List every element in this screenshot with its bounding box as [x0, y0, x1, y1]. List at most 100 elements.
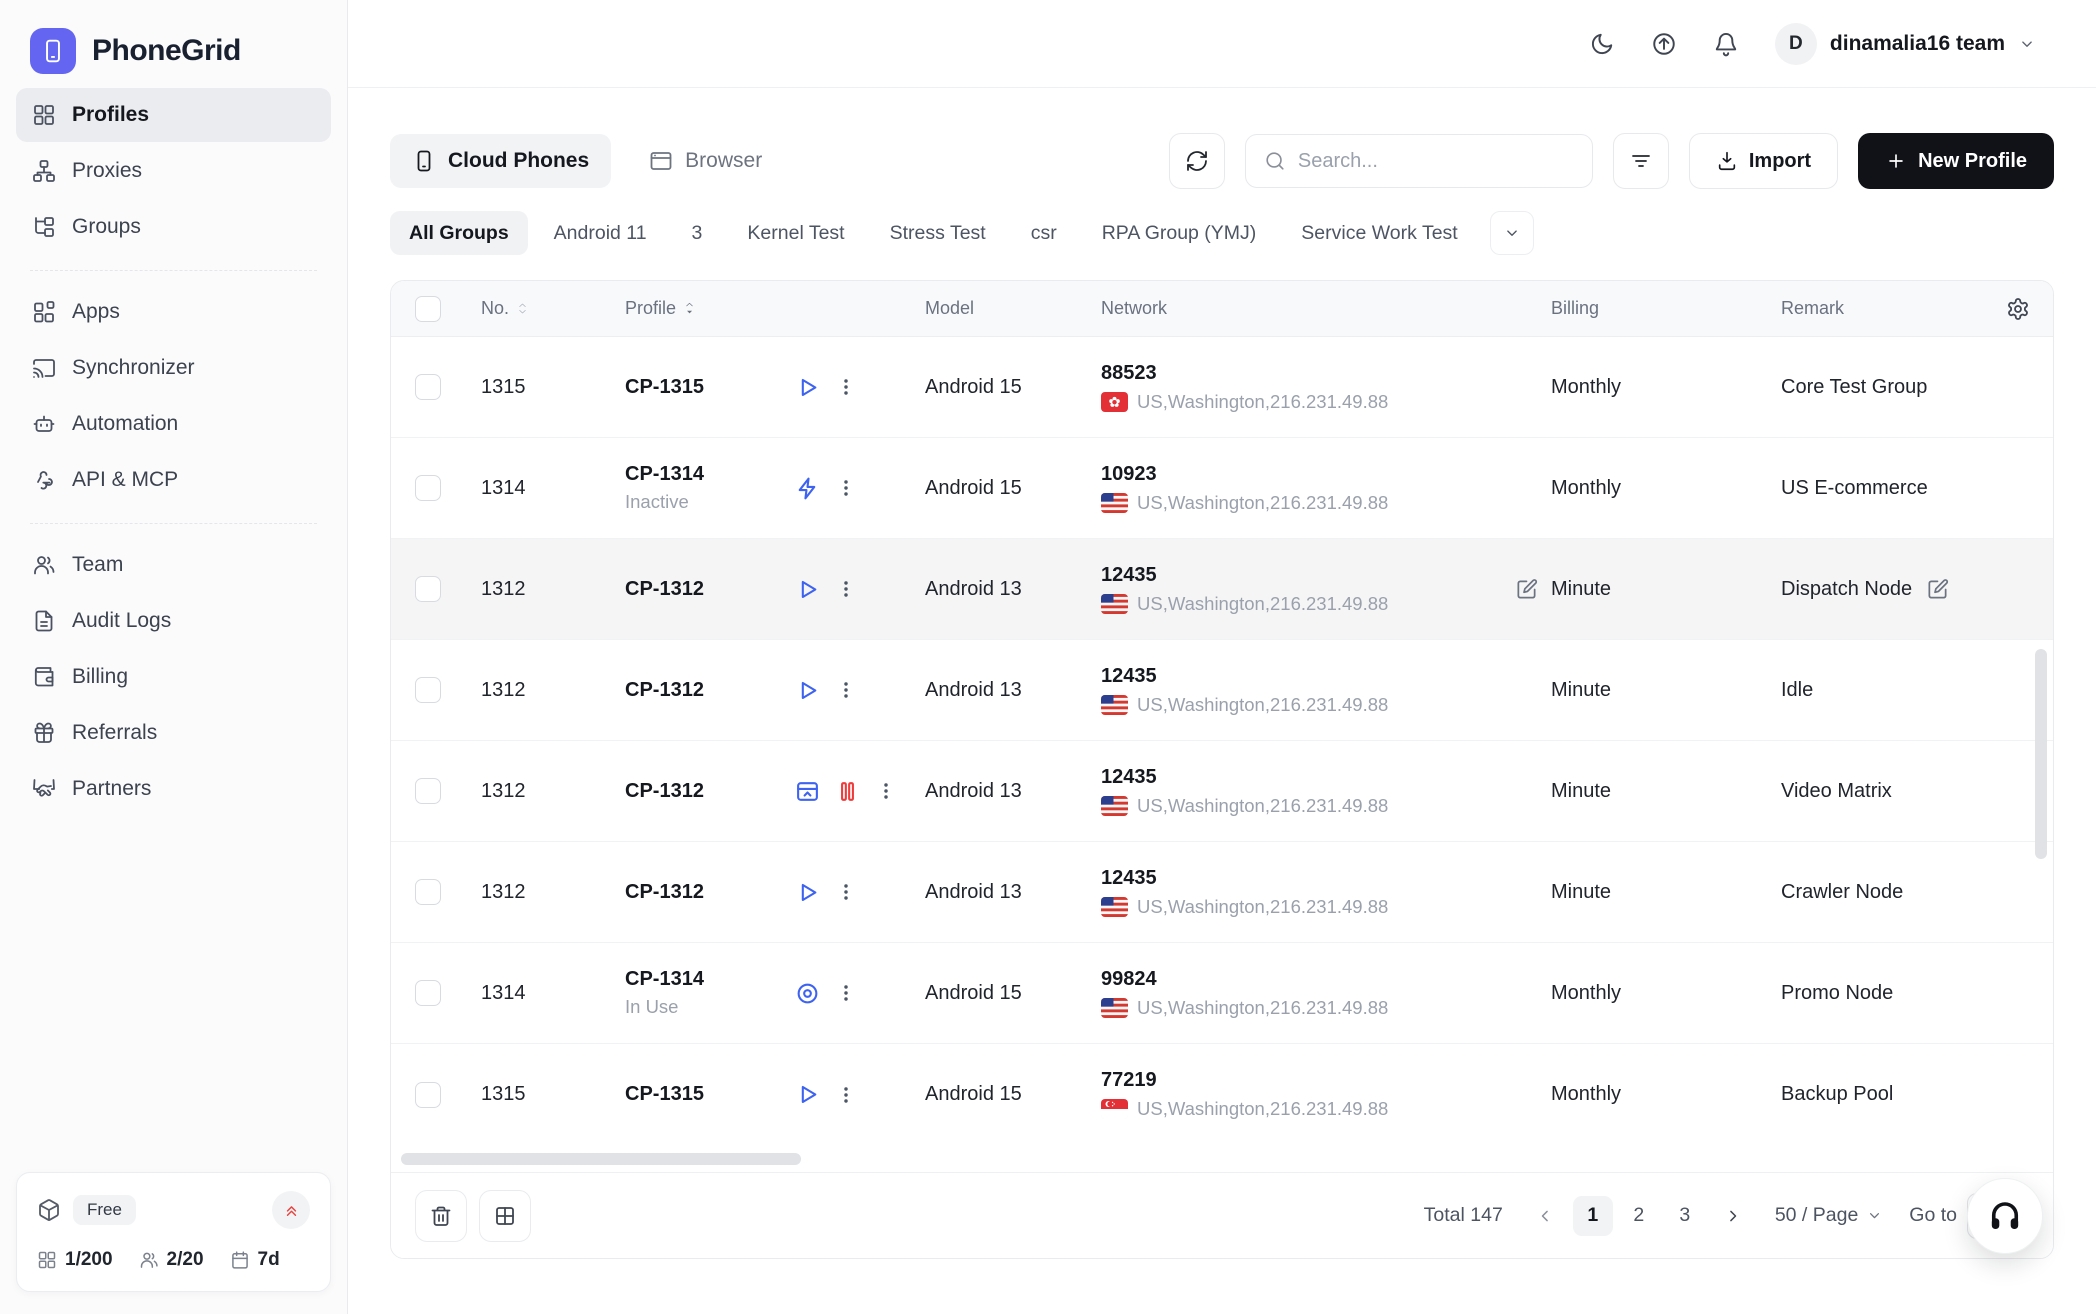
notifications-bell-icon[interactable] [1713, 31, 1739, 57]
tab-browser[interactable]: Browser [627, 134, 784, 188]
tree-icon [32, 215, 56, 239]
table-row: 1312CP-1312Android 1312435US,Washington,… [391, 539, 2053, 640]
support-headset-button[interactable] [1967, 1178, 2043, 1254]
group-chip-kernel-test[interactable]: Kernel Test [728, 211, 863, 255]
cell-no: 1312 [469, 881, 601, 904]
disc-icon[interactable] [795, 981, 820, 1006]
sidebar: PhoneGrid ProfilesProxiesGroups AppsSynch… [0, 0, 348, 1314]
row-checkbox[interactable] [415, 576, 441, 602]
row-menu-kebab-icon[interactable] [875, 780, 897, 802]
filter-button[interactable] [1613, 133, 1669, 189]
sidebar-item-synchronizer[interactable]: Synchronizer [16, 341, 331, 395]
group-chip-android-11[interactable]: Android 11 [535, 211, 666, 255]
sidebar-item-groups[interactable]: Groups [16, 200, 331, 254]
column-profile[interactable]: Profile [601, 298, 901, 319]
new-profile-button[interactable]: New Profile [1858, 133, 2054, 189]
vertical-scrollbar-thumb[interactable] [2035, 649, 2047, 859]
play-icon[interactable] [795, 1082, 820, 1107]
row-menu-kebab-icon[interactable] [835, 376, 857, 398]
sidebar-item-proxies[interactable]: Proxies [16, 144, 331, 198]
sidebar-item-label: Audit Logs [72, 609, 171, 633]
group-chip-all-groups[interactable]: All Groups [390, 211, 528, 255]
sidebar-item-audit-logs[interactable]: Audit Logs [16, 594, 331, 648]
page-button-3[interactable]: 3 [1665, 1196, 1705, 1236]
gear-icon[interactable] [2006, 297, 2030, 321]
group-chip-3[interactable]: 3 [673, 211, 722, 255]
column-remark: Remark [1759, 298, 1983, 319]
row-menu-kebab-icon[interactable] [835, 881, 857, 903]
sidebar-item-referrals[interactable]: Referrals [16, 706, 331, 760]
dark-mode-toggle-moon-icon[interactable] [1589, 31, 1615, 57]
edit-billing-icon[interactable] [1515, 578, 1538, 601]
sidebar-item-label: Referrals [72, 721, 157, 745]
prev-page-button[interactable] [1527, 1198, 1563, 1234]
refresh-button[interactable] [1169, 133, 1225, 189]
row-checkbox[interactable] [415, 980, 441, 1006]
row-checkbox[interactable] [415, 879, 441, 905]
trash-icon [429, 1204, 453, 1228]
play-icon[interactable] [795, 577, 820, 602]
calendar-icon [230, 1250, 250, 1270]
groups-expand-button[interactable] [1490, 211, 1534, 255]
sidebar-item-label: API & MCP [72, 468, 178, 492]
profile-name: CP-1314 [625, 463, 795, 486]
upgrade-plan-button[interactable] [272, 1191, 310, 1229]
play-icon[interactable] [795, 678, 820, 703]
country-flag-hk [1101, 392, 1128, 412]
group-chip-service-work-test[interactable]: Service Work Test [1282, 211, 1476, 255]
next-page-button[interactable] [1715, 1198, 1751, 1234]
sidebar-item-partners[interactable]: Partners [16, 762, 331, 816]
search-input[interactable] [1298, 150, 1574, 173]
browser-window-icon [649, 149, 673, 173]
edit-remark-icon[interactable] [1926, 578, 1949, 601]
page-button-1[interactable]: 1 [1573, 1196, 1613, 1236]
row-menu-kebab-icon[interactable] [835, 578, 857, 600]
row-checkbox[interactable] [415, 1082, 441, 1108]
column-network: Network [1077, 298, 1529, 319]
horizontal-scrollbar-thumb[interactable] [401, 1153, 801, 1165]
sidebar-item-team[interactable]: Team [16, 538, 331, 592]
play-icon[interactable] [795, 880, 820, 905]
grid-view-button[interactable] [479, 1190, 531, 1242]
page-button-2[interactable]: 2 [1619, 1196, 1659, 1236]
play-icon[interactable] [795, 375, 820, 400]
sidebar-item-label: Partners [72, 777, 151, 801]
select-all-checkbox[interactable] [415, 296, 441, 322]
group-chip-csr[interactable]: csr [1012, 211, 1076, 255]
group-chip-rpa-group-ymj-[interactable]: RPA Group (YMJ) [1083, 211, 1276, 255]
group-chip-stress-test[interactable]: Stress Test [871, 211, 1005, 255]
cell-profile: CP-1312 [601, 880, 901, 905]
sort-desc-icon[interactable] [682, 301, 697, 316]
sidebar-item-billing[interactable]: Billing [16, 650, 331, 704]
per-page-select[interactable]: 50 / Page [1775, 1204, 1883, 1227]
apps-icon [32, 300, 56, 324]
sidebar-item-apps[interactable]: Apps [16, 285, 331, 339]
bolt-icon[interactable] [795, 476, 820, 501]
row-menu-kebab-icon[interactable] [835, 982, 857, 1004]
sidebar-item-api-mcp[interactable]: API & MCP [16, 453, 331, 507]
sidebar-item-profiles[interactable]: Profiles [16, 88, 331, 142]
sort-icon[interactable] [515, 301, 530, 316]
brand-name: PhoneGrid [92, 34, 241, 68]
row-menu-kebab-icon[interactable] [835, 679, 857, 701]
cell-remark: Video Matrix [1759, 780, 1983, 803]
column-no[interactable]: No. [469, 298, 601, 319]
row-checkbox[interactable] [415, 677, 441, 703]
tab-cloud-phones[interactable]: Cloud Phones [390, 134, 611, 188]
row-checkbox[interactable] [415, 374, 441, 400]
cell-model: Android 15 [901, 1083, 1077, 1106]
row-menu-kebab-icon[interactable] [835, 1084, 857, 1106]
row-menu-kebab-icon[interactable] [835, 477, 857, 499]
sidebar-item-automation[interactable]: Automation [16, 397, 331, 451]
profile-status: In Use [625, 996, 795, 1018]
delete-selected-button[interactable] [415, 1190, 467, 1242]
account-menu[interactable]: D dinamalia16 team [1775, 23, 2036, 65]
upgrade-circle-up-icon[interactable] [1651, 31, 1677, 57]
row-checkbox[interactable] [415, 778, 441, 804]
import-button[interactable]: Import [1689, 133, 1838, 189]
table-row: 1312CP-1312Android 1312435US,Washington,… [391, 640, 2053, 741]
winup-icon[interactable] [795, 779, 820, 804]
table-footer: Total 147 123 50 / Page Go to [391, 1173, 2053, 1258]
pause-icon[interactable] [835, 779, 860, 804]
row-checkbox[interactable] [415, 475, 441, 501]
